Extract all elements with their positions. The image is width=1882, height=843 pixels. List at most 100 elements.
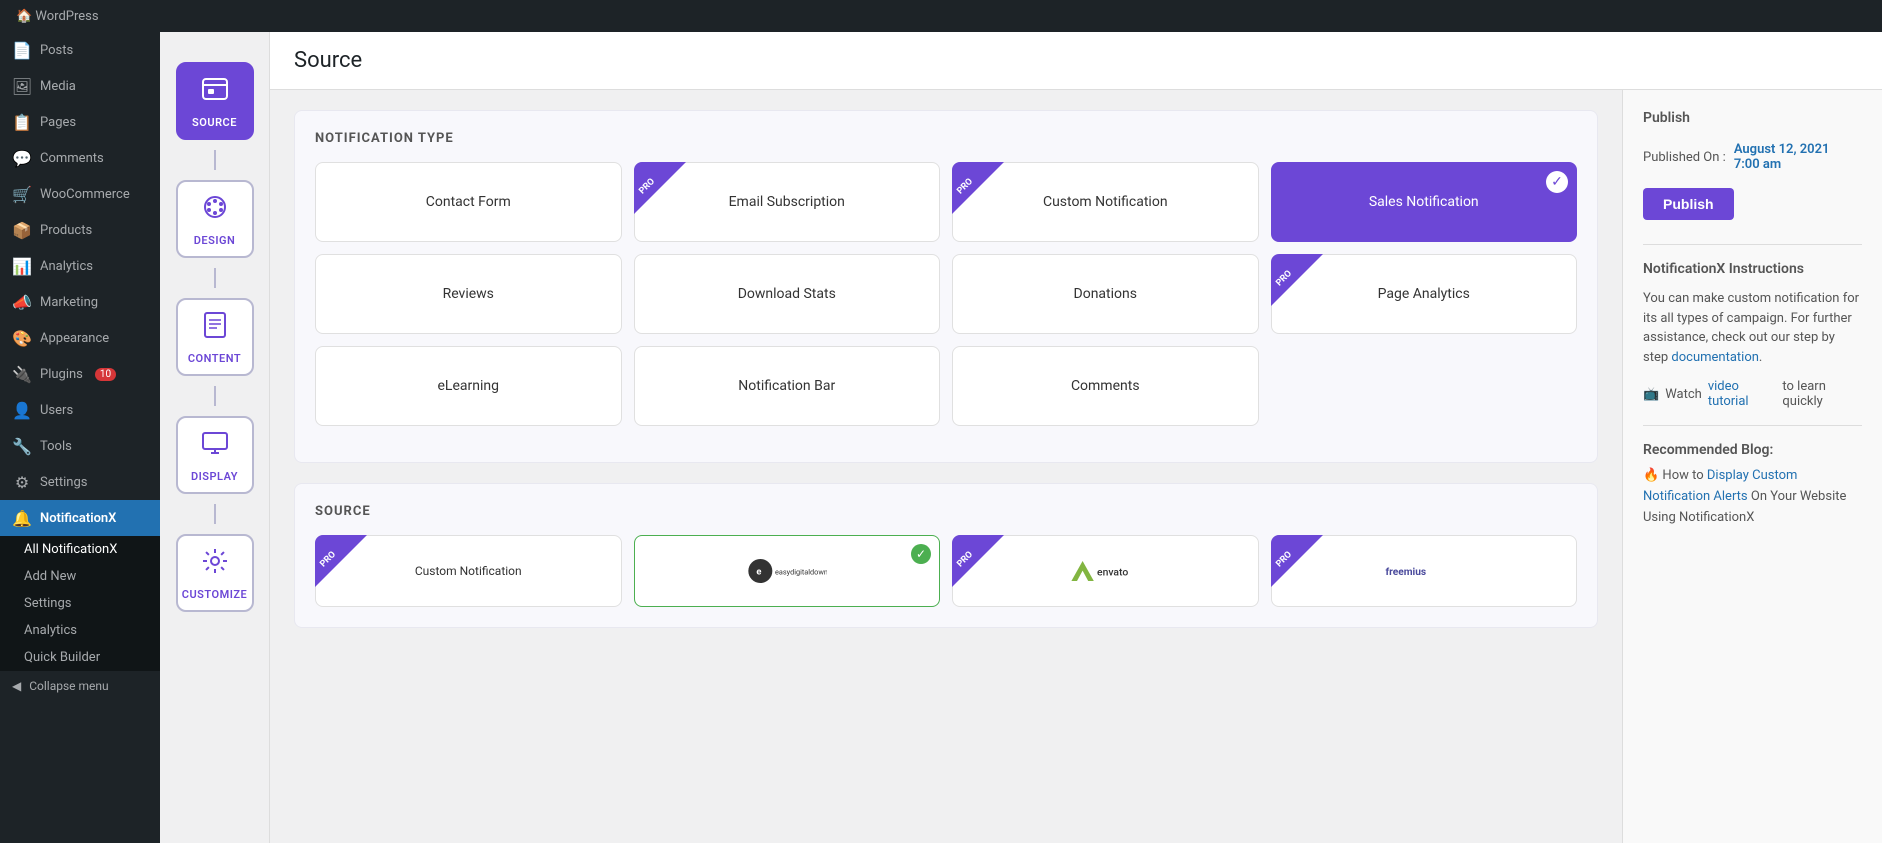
sidebar-item-woocommerce[interactable]: 🛒 WooCommerce: [0, 176, 160, 212]
pro-badge-src-envato: PRO: [952, 535, 1004, 587]
step-content[interactable]: CONTENT: [160, 288, 269, 386]
pages-icon: 📋: [12, 112, 32, 132]
admin-bar-title: 🏠 WordPress: [16, 9, 99, 24]
sidebar-item-appearance[interactable]: 🎨 Appearance: [0, 320, 160, 356]
woocommerce-icon: 🛒: [12, 184, 32, 204]
divider-1: [1643, 244, 1862, 245]
sidebar-item-products[interactable]: 📦 Products: [0, 212, 160, 248]
step-source[interactable]: SOURCE: [160, 52, 269, 150]
display-step-icon: [199, 427, 231, 466]
blog-link-row: 🔥 How to Display Custom Notification Ale…: [1643, 466, 1862, 528]
sidebar-item-notificationx-group: 🔔 NotificationX: [0, 500, 160, 536]
notification-type-grid: Contact Form PRO Email Subscription PRO: [315, 162, 1577, 426]
sidebar-item-plugins[interactable]: 🔌 Plugins 10: [0, 356, 160, 392]
sidebar-item-comments[interactable]: 💬 Comments: [0, 140, 160, 176]
notif-card-reviews[interactable]: Reviews: [315, 254, 622, 334]
pro-badge-page-analytics: PRO: [1271, 254, 1323, 306]
edd-logo: e easydigitaldownloads: [747, 556, 827, 586]
notif-card-download-stats[interactable]: Download Stats: [634, 254, 941, 334]
video-tutorial-link[interactable]: video tutorial: [1708, 379, 1777, 409]
users-icon: 👤: [12, 400, 32, 420]
comments-icon: 💬: [12, 148, 32, 168]
source-grid: PRO Custom Notification ✓ e easydigitald…: [315, 535, 1577, 607]
sub-item-settings[interactable]: Settings: [0, 590, 160, 617]
edd-check-icon: ✓: [911, 544, 931, 564]
content-step-icon: [199, 309, 231, 348]
pro-badge-email: PRO: [634, 162, 686, 214]
instructions-text: You can make custom notification for its…: [1643, 289, 1862, 367]
steps-sidebar: SOURCE DESIGN: [160, 0, 270, 843]
source-card-edd[interactable]: ✓ e easydigitaldownloads: [634, 535, 941, 607]
source-card-custom-notification[interactable]: PRO Custom Notification: [315, 535, 622, 607]
recommended-section: Recommended Blog: 🔥 How to Display Custo…: [1643, 442, 1862, 528]
source-section: SOURCE PRO Custom Notification ✓: [294, 483, 1598, 628]
sidebar-item-settings[interactable]: ⚙ Settings: [0, 464, 160, 500]
sub-item-add-new[interactable]: Add New: [0, 563, 160, 590]
svg-text:e: e: [756, 566, 761, 577]
sidebar-item-analytics[interactable]: 📊 Analytics: [0, 248, 160, 284]
sub-item-all-notificationx[interactable]: All NotificationX: [0, 536, 160, 563]
media-icon: 🖼: [12, 76, 32, 96]
notif-card-elearning[interactable]: eLearning: [315, 346, 622, 426]
sidebar: 📄 Posts 🖼 Media 📋 Pages 💬 Comments 🛒 Woo…: [0, 0, 160, 843]
source-card-envato[interactable]: PRO envato: [952, 535, 1259, 607]
sub-item-quick-builder[interactable]: Quick Builder: [0, 644, 160, 671]
published-on-row: Published On : August 12, 2021 7:00 am: [1643, 142, 1862, 172]
pro-badge-custom: PRO: [952, 162, 1004, 214]
analytics-icon: 📊: [12, 256, 32, 276]
notif-card-contact-form[interactable]: Contact Form: [315, 162, 622, 242]
svg-text:easydigitaldownloads: easydigitaldownloads: [775, 567, 827, 576]
notif-card-page-analytics[interactable]: PRO Page Analytics: [1271, 254, 1578, 334]
notif-card-donations[interactable]: Donations: [952, 254, 1259, 334]
notification-type-title: NOTIFICATION TYPE: [315, 131, 1577, 146]
connector-3: [214, 386, 216, 406]
connector-2: [214, 268, 216, 288]
notif-card-sales-notification[interactable]: Sales Notification ✓: [1271, 162, 1578, 242]
selected-check-icon: ✓: [1546, 171, 1568, 193]
sidebar-item-notificationx[interactable]: 🔔 NotificationX: [0, 500, 160, 536]
pro-badge-src-custom: PRO: [315, 535, 367, 587]
main-body: NOTIFICATION TYPE Contact Form PRO Email…: [270, 90, 1882, 843]
sidebar-item-users[interactable]: 👤 Users: [0, 392, 160, 428]
step-design[interactable]: DESIGN: [160, 170, 269, 268]
admin-bar: 🏠 WordPress: [0, 0, 1882, 32]
divider-2: [1643, 425, 1862, 426]
appearance-icon: 🎨: [12, 328, 32, 348]
notif-card-email-subscription[interactable]: PRO Email Subscription: [634, 162, 941, 242]
documentation-link[interactable]: documentation: [1671, 350, 1759, 365]
recommended-title: Recommended Blog:: [1643, 442, 1862, 458]
notif-card-custom-notification[interactable]: PRO Custom Notification: [952, 162, 1259, 242]
source-card-freemius[interactable]: PRO freemius: [1271, 535, 1578, 607]
notif-card-comments[interactable]: Comments: [952, 346, 1259, 426]
instructions-section: NotificationX Instructions You can make …: [1643, 261, 1862, 409]
watch-row: 📺 Watch video tutorial to learn quickly: [1643, 379, 1862, 409]
sub-item-analytics[interactable]: Analytics: [0, 617, 160, 644]
sidebar-item-pages[interactable]: 📋 Pages: [0, 104, 160, 140]
step-display[interactable]: DISPLAY: [160, 406, 269, 504]
sidebar-item-media[interactable]: 🖼 Media: [0, 68, 160, 104]
sidebar-sub-menu: All NotificationX Add New Settings Analy…: [0, 536, 160, 671]
svg-text:envato: envato: [1097, 565, 1128, 578]
connector-4: [214, 504, 216, 524]
source-section-title: SOURCE: [315, 504, 1577, 519]
sidebar-item-marketing[interactable]: 📣 Marketing: [0, 284, 160, 320]
step-customize[interactable]: CUSTOMIZE: [160, 524, 269, 622]
plugins-badge: 10: [95, 368, 116, 381]
sidebar-item-posts[interactable]: 📄 Posts: [0, 32, 160, 68]
sidebar-item-tools[interactable]: 🔧 Tools: [0, 428, 160, 464]
posts-icon: 📄: [12, 40, 32, 60]
notif-card-notification-bar[interactable]: Notification Bar: [634, 346, 941, 426]
settings-icon: ⚙: [12, 472, 32, 492]
collapse-menu-button[interactable]: ◀ Collapse menu: [0, 671, 160, 701]
connector-1: [214, 150, 216, 170]
tools-icon: 🔧: [12, 436, 32, 456]
publish-section: Publish Published On : August 12, 2021 7…: [1643, 110, 1862, 220]
publish-button[interactable]: Publish: [1643, 188, 1734, 220]
notification-type-section: NOTIFICATION TYPE Contact Form PRO Email…: [294, 110, 1598, 463]
freemius-logo: freemius: [1384, 556, 1464, 586]
customize-step-icon: [199, 545, 231, 584]
source-step-icon: [199, 73, 231, 112]
notificationx-icon: 🔔: [12, 508, 32, 528]
fire-icon: 🔥: [1643, 468, 1659, 483]
pro-badge-src-freemius: PRO: [1271, 535, 1323, 587]
